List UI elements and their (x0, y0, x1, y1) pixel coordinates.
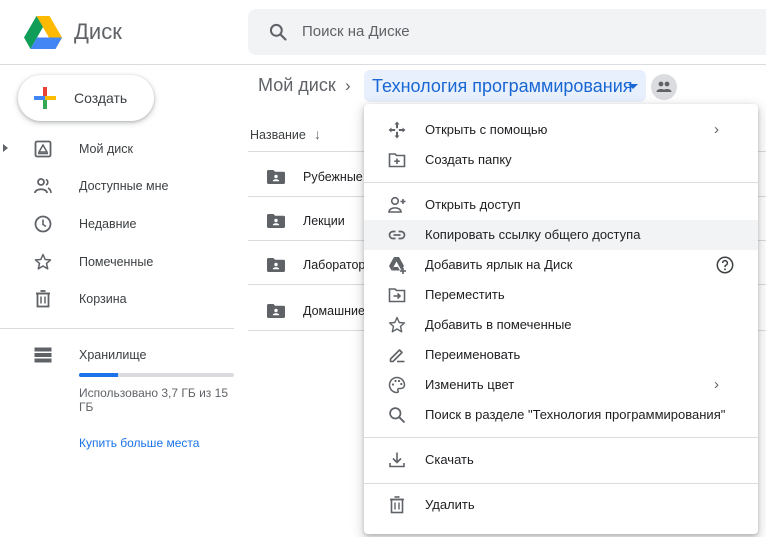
drive-logo-icon[interactable] (24, 16, 62, 49)
shared-with-me-icon (34, 178, 52, 194)
menu-divider (364, 437, 758, 438)
menu-item-add-shortcut[interactable]: Добавить ярлык на Диск (364, 250, 758, 280)
search-icon[interactable] (268, 22, 288, 42)
storage-usage-bar (79, 373, 234, 377)
plus-icon (34, 87, 56, 109)
shared-folder-icon (651, 74, 677, 100)
help-circle-icon[interactable] (716, 256, 734, 274)
menu-item-label: Открыть с помощью (425, 122, 548, 137)
my-drive-icon (34, 140, 52, 158)
menu-item-change-color[interactable]: Изменить цвет › (364, 370, 758, 400)
menu-item-label: Поиск в разделе "Технология программиров… (425, 407, 726, 422)
storage-icon (34, 347, 52, 363)
search-icon (389, 407, 406, 424)
breadcrumb-current-folder[interactable]: Технология программирования (364, 70, 646, 102)
menu-divider (364, 182, 758, 183)
sidebar-item-recent[interactable]: Недавние (0, 209, 240, 239)
menu-item-label: Открыть доступ (425, 197, 521, 212)
sidebar-item-starred[interactable]: Помеченные (0, 247, 240, 277)
breadcrumb-current-label: Технология программирования (372, 76, 633, 96)
breadcrumb-root[interactable]: Мой диск (258, 75, 336, 96)
shared-folder-icon (267, 170, 285, 184)
dropdown-arrow-icon (628, 84, 638, 89)
chevron-right-icon: › (714, 376, 719, 393)
sidebar-item-shared[interactable]: Доступные мне (0, 171, 240, 201)
menu-item-label: Переименовать (425, 347, 521, 362)
sidebar-item-label: Корзина (79, 292, 127, 306)
create-button-label: Создать (74, 90, 128, 106)
menu-item-label: Копировать ссылку общего доступа (425, 227, 641, 242)
menu-item-share[interactable]: Открыть доступ (364, 190, 758, 220)
storage-usage-text: Использовано 3,7 ГБ из 15 ГБ (79, 386, 228, 414)
shared-folder-icon (267, 304, 285, 318)
link-icon (388, 230, 406, 240)
search-box[interactable]: Поиск на Диске (248, 9, 766, 55)
chevron-right-icon: › (714, 121, 719, 138)
move-icon (388, 288, 406, 303)
menu-item-open-with[interactable]: Открыть с помощью › (364, 115, 758, 145)
star-icon (34, 253, 52, 270)
sidebar-item-label: Доступные мне (79, 179, 169, 193)
menu-divider (364, 483, 758, 484)
open-with-icon (388, 121, 406, 139)
buy-storage-link[interactable]: Купить больше места (79, 436, 199, 450)
trash-icon (36, 290, 50, 308)
star-icon (388, 316, 406, 333)
sidebar-item-label: Мой диск (79, 142, 133, 156)
menu-item-copy-link[interactable]: Копировать ссылку общего доступа (364, 220, 758, 250)
sidebar-item-trash[interactable]: Корзина (0, 284, 240, 314)
trash-icon (390, 496, 404, 514)
file-name: Лаборатор (303, 258, 366, 272)
sidebar-item-label: Недавние (79, 217, 137, 231)
menu-item-rename[interactable]: Переименовать (364, 340, 758, 370)
header-divider (0, 64, 766, 65)
menu-item-move[interactable]: Переместить (364, 280, 758, 310)
rename-pencil-icon (389, 349, 405, 363)
menu-item-label: Добавить в помеченные (425, 317, 572, 332)
context-menu: Открыть с помощью › Создать папку Открыт… (364, 104, 758, 534)
share-person-icon (388, 196, 406, 213)
expand-caret-icon[interactable] (3, 144, 8, 152)
menu-item-label: Скачать (425, 452, 474, 467)
menu-item-new-folder[interactable]: Создать папку (364, 145, 758, 175)
file-name: Лекции (303, 214, 345, 228)
file-name: Домашние (303, 304, 365, 318)
search-placeholder[interactable]: Поиск на Диске (302, 23, 410, 40)
sidebar-item-my-drive[interactable]: Мой диск (0, 134, 240, 164)
breadcrumb-separator: › (345, 76, 351, 95)
menu-item-delete[interactable]: Удалить (364, 490, 758, 520)
menu-item-label: Переместить (425, 287, 505, 302)
add-shortcut-icon (389, 257, 406, 274)
new-folder-icon (388, 153, 406, 168)
sidebar-divider (0, 328, 234, 329)
storage-label[interactable]: Хранилище (79, 348, 147, 362)
download-icon (389, 452, 405, 468)
file-name: Рубежные (303, 170, 363, 184)
menu-item-download[interactable]: Скачать (364, 445, 758, 475)
column-header-name[interactable]: Название (250, 128, 306, 142)
sidebar-item-label: Помеченные (79, 255, 154, 269)
menu-item-label: Удалить (425, 497, 475, 512)
storage-usage-fill (79, 373, 118, 377)
menu-item-label: Создать папку (425, 152, 512, 167)
menu-item-label: Изменить цвет (425, 377, 515, 392)
sort-arrow-down-icon[interactable]: ↓ (314, 126, 321, 142)
recent-clock-icon (34, 215, 52, 233)
shared-folder-icon (267, 214, 285, 228)
palette-icon (388, 376, 406, 394)
create-button[interactable]: Создать (18, 75, 154, 121)
app-title[interactable]: Диск (74, 19, 122, 45)
menu-item-search-in-folder[interactable]: Поиск в разделе "Технология программиров… (364, 400, 758, 430)
menu-item-label: Добавить ярлык на Диск (425, 257, 573, 272)
menu-item-star[interactable]: Добавить в помеченные (364, 310, 758, 340)
shared-folder-icon (267, 258, 285, 272)
